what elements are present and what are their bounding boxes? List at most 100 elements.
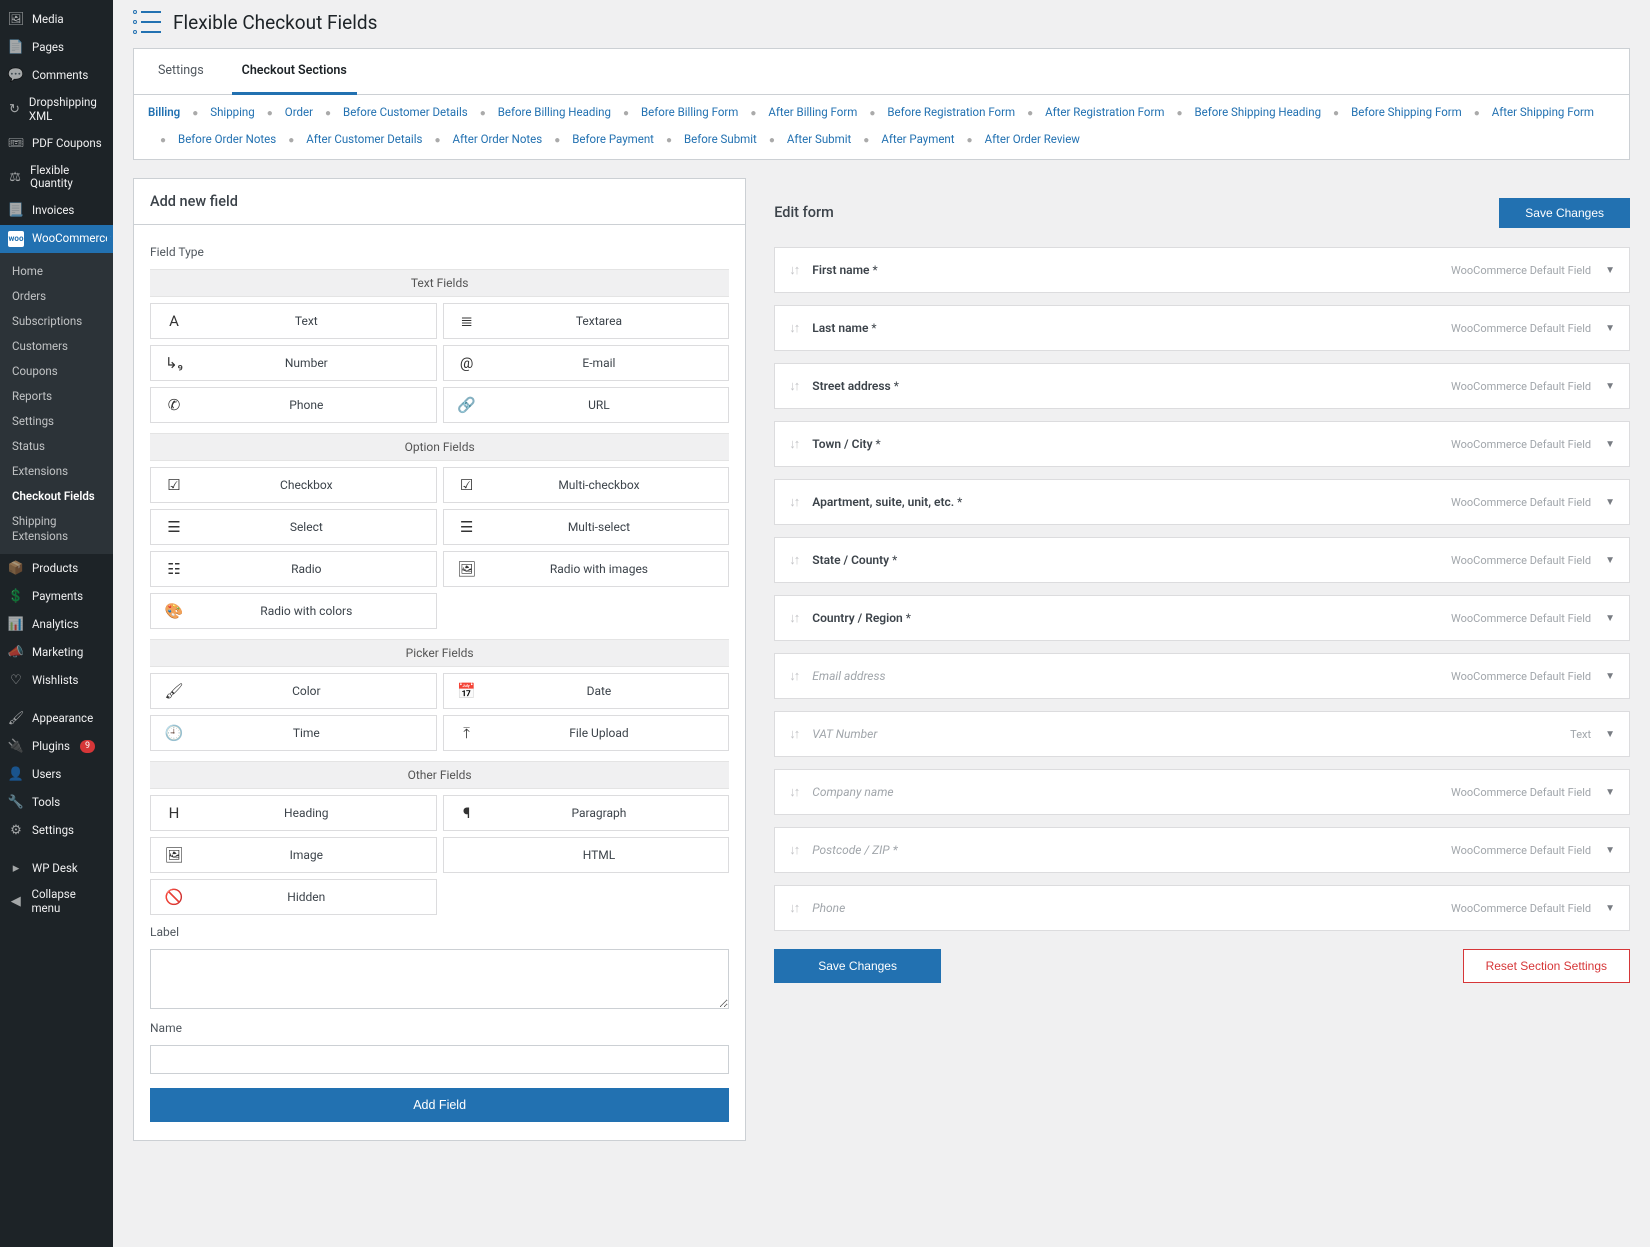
submenu-item-customers[interactable]: Customers [0, 334, 113, 359]
sidebar-item-pages[interactable]: 📄Pages [0, 34, 113, 62]
subtab-after-shipping-form[interactable]: After Shipping Form [1492, 105, 1594, 122]
sidebar-item-settings[interactable]: ⚙Settings [0, 816, 113, 844]
chevron-down-icon[interactable]: ▼ [1605, 265, 1615, 276]
subtab-before-registration-form[interactable]: Before Registration Form [887, 105, 1015, 122]
field-type-number[interactable]: ↳₉Number [150, 345, 437, 381]
drag-handle-icon[interactable]: ↓↑ [789, 726, 798, 742]
form-field-email-address[interactable]: ↓↑Email addressWooCommerce Default Field… [774, 653, 1630, 699]
sidebar-item-analytics[interactable]: 📊Analytics [0, 610, 113, 638]
sidebar-item-products[interactable]: 📦Products [0, 554, 113, 582]
field-type-hidden[interactable]: 🚫Hidden [150, 879, 437, 915]
drag-handle-icon[interactable]: ↓↑ [789, 494, 798, 510]
chevron-down-icon[interactable]: ▼ [1605, 381, 1615, 392]
field-type-time[interactable]: 🕘Time [150, 715, 437, 751]
tab-checkout-sections[interactable]: Checkout Sections [232, 49, 357, 95]
subtab-after-registration-form[interactable]: After Registration Form [1045, 105, 1164, 122]
drag-handle-icon[interactable]: ↓↑ [789, 436, 798, 452]
label-textarea[interactable] [150, 949, 729, 1009]
subtab-after-order-notes[interactable]: After Order Notes [453, 132, 543, 149]
sidebar-item-media[interactable]: 🖼Media [0, 6, 113, 34]
chevron-down-icon[interactable]: ▼ [1605, 439, 1615, 450]
subtab-before-billing-heading[interactable]: Before Billing Heading [498, 105, 611, 122]
field-type-multi-checkbox[interactable]: ☑Multi-checkbox [443, 467, 730, 503]
field-type-phone[interactable]: ✆Phone [150, 387, 437, 423]
field-type-url[interactable]: 🔗URL [443, 387, 730, 423]
submenu-item-home[interactable]: Home [0, 259, 113, 284]
subtab-before-submit[interactable]: Before Submit [684, 132, 757, 149]
sidebar-item-pdf-coupons[interactable]: 🎟PDF Coupons [0, 130, 113, 158]
form-field-postcode-zip[interactable]: ↓↑Postcode / ZIP *WooCommerce Default Fi… [774, 827, 1630, 873]
field-type-file-upload[interactable]: ⤒File Upload [443, 715, 730, 751]
chevron-down-icon[interactable]: ▼ [1605, 323, 1615, 334]
subtab-after-submit[interactable]: After Submit [787, 132, 851, 149]
subtab-before-customer-details[interactable]: Before Customer Details [343, 105, 468, 122]
form-field-phone[interactable]: ↓↑PhoneWooCommerce Default Field▼ [774, 885, 1630, 931]
save-changes-button-bottom[interactable]: Save Changes [774, 949, 941, 983]
save-changes-button-top[interactable]: Save Changes [1499, 198, 1630, 228]
subtab-after-order-review[interactable]: After Order Review [985, 132, 1080, 149]
subtab-billing[interactable]: Billing [148, 105, 180, 122]
sidebar-item-woocommerce[interactable]: woo WooCommerce [0, 225, 113, 253]
submenu-item-subscriptions[interactable]: Subscriptions [0, 309, 113, 334]
form-field-country-region[interactable]: ↓↑Country / Region *WooCommerce Default … [774, 595, 1630, 641]
form-field-first-name[interactable]: ↓↑First name *WooCommerce Default Field▼ [774, 247, 1630, 293]
field-type-select[interactable]: ☰Select [150, 509, 437, 545]
form-field-street-address[interactable]: ↓↑Street address *WooCommerce Default Fi… [774, 363, 1630, 409]
subtab-before-order-notes[interactable]: Before Order Notes [178, 132, 276, 149]
submenu-item-reports[interactable]: Reports [0, 384, 113, 409]
form-field-vat-number[interactable]: ↓↑VAT NumberText▼ [774, 711, 1630, 757]
subtab-before-shipping-heading[interactable]: Before Shipping Heading [1194, 105, 1321, 122]
subtab-before-payment[interactable]: Before Payment [572, 132, 654, 149]
subtab-before-billing-form[interactable]: Before Billing Form [641, 105, 738, 122]
subtab-after-customer-details[interactable]: After Customer Details [306, 132, 422, 149]
field-type-textarea[interactable]: ≣Textarea [443, 303, 730, 339]
sidebar-item-flexible-quantity[interactable]: ⚖Flexible Quantity [0, 158, 113, 198]
sidebar-item-tools[interactable]: 🔧Tools [0, 788, 113, 816]
field-type-radio-with-colors[interactable]: 🎨Radio with colors [150, 593, 437, 629]
field-type-color[interactable]: 🖌Color [150, 673, 437, 709]
drag-handle-icon[interactable]: ↓↑ [789, 784, 798, 800]
chevron-down-icon[interactable]: ▼ [1605, 497, 1615, 508]
field-type-heading[interactable]: HHeading [150, 795, 437, 831]
field-type-multi-select[interactable]: ☰Multi-select [443, 509, 730, 545]
chevron-down-icon[interactable]: ▼ [1605, 903, 1615, 914]
field-type-checkbox[interactable]: ☑Checkbox [150, 467, 437, 503]
drag-handle-icon[interactable]: ↓↑ [789, 320, 798, 336]
sidebar-item-invoices[interactable]: 📃Invoices [0, 197, 113, 225]
submenu-item-settings[interactable]: Settings [0, 409, 113, 434]
submenu-item-shipping-extensions[interactable]: Shipping Extensions [0, 509, 113, 549]
chevron-down-icon[interactable]: ▼ [1605, 729, 1615, 740]
sidebar-item-comments[interactable]: 💬Comments [0, 62, 113, 90]
name-input[interactable] [150, 1045, 729, 1074]
chevron-down-icon[interactable]: ▼ [1605, 613, 1615, 624]
submenu-item-extensions[interactable]: Extensions [0, 459, 113, 484]
form-field-state-county[interactable]: ↓↑State / County *WooCommerce Default Fi… [774, 537, 1630, 583]
add-field-button[interactable]: Add Field [150, 1088, 729, 1122]
drag-handle-icon[interactable]: ↓↑ [789, 552, 798, 568]
sidebar-item-plugins[interactable]: 🔌Plugins9 [0, 732, 113, 760]
field-type-paragraph[interactable]: ¶Paragraph [443, 795, 730, 831]
submenu-item-checkout-fields[interactable]: Checkout Fields [0, 484, 113, 509]
subtab-shipping[interactable]: Shipping [210, 105, 254, 122]
submenu-item-orders[interactable]: Orders [0, 284, 113, 309]
field-type-radio[interactable]: ☷Radio [150, 551, 437, 587]
sidebar-item-dropshipping-xml[interactable]: ↻Dropshipping XML [0, 90, 113, 130]
field-type-e-mail[interactable]: @E-mail [443, 345, 730, 381]
sidebar-item-payments[interactable]: 💲Payments [0, 582, 113, 610]
drag-handle-icon[interactable]: ↓↑ [789, 262, 798, 278]
form-field-last-name[interactable]: ↓↑Last name *WooCommerce Default Field▼ [774, 305, 1630, 351]
sidebar-item-wp-desk[interactable]: ▸WP Desk [0, 854, 113, 882]
form-field-company-name[interactable]: ↓↑Company nameWooCommerce Default Field▼ [774, 769, 1630, 815]
form-field-apartment-suite-unit-etc-[interactable]: ↓↑Apartment, suite, unit, etc. *WooComme… [774, 479, 1630, 525]
subtab-before-shipping-form[interactable]: Before Shipping Form [1351, 105, 1462, 122]
field-type-date[interactable]: 📅Date [443, 673, 730, 709]
field-type-radio-with-images[interactable]: 🖼Radio with images [443, 551, 730, 587]
chevron-down-icon[interactable]: ▼ [1605, 787, 1615, 798]
sidebar-item-users[interactable]: 👤Users [0, 760, 113, 788]
chevron-down-icon[interactable]: ▼ [1605, 555, 1615, 566]
field-type-html[interactable]: HTML [443, 837, 730, 873]
form-field-town-city[interactable]: ↓↑Town / City *WooCommerce Default Field… [774, 421, 1630, 467]
sidebar-item-appearance[interactable]: 🖌Appearance [0, 704, 113, 732]
tab-settings[interactable]: Settings [148, 49, 214, 95]
field-type-image[interactable]: 🖼Image [150, 837, 437, 873]
